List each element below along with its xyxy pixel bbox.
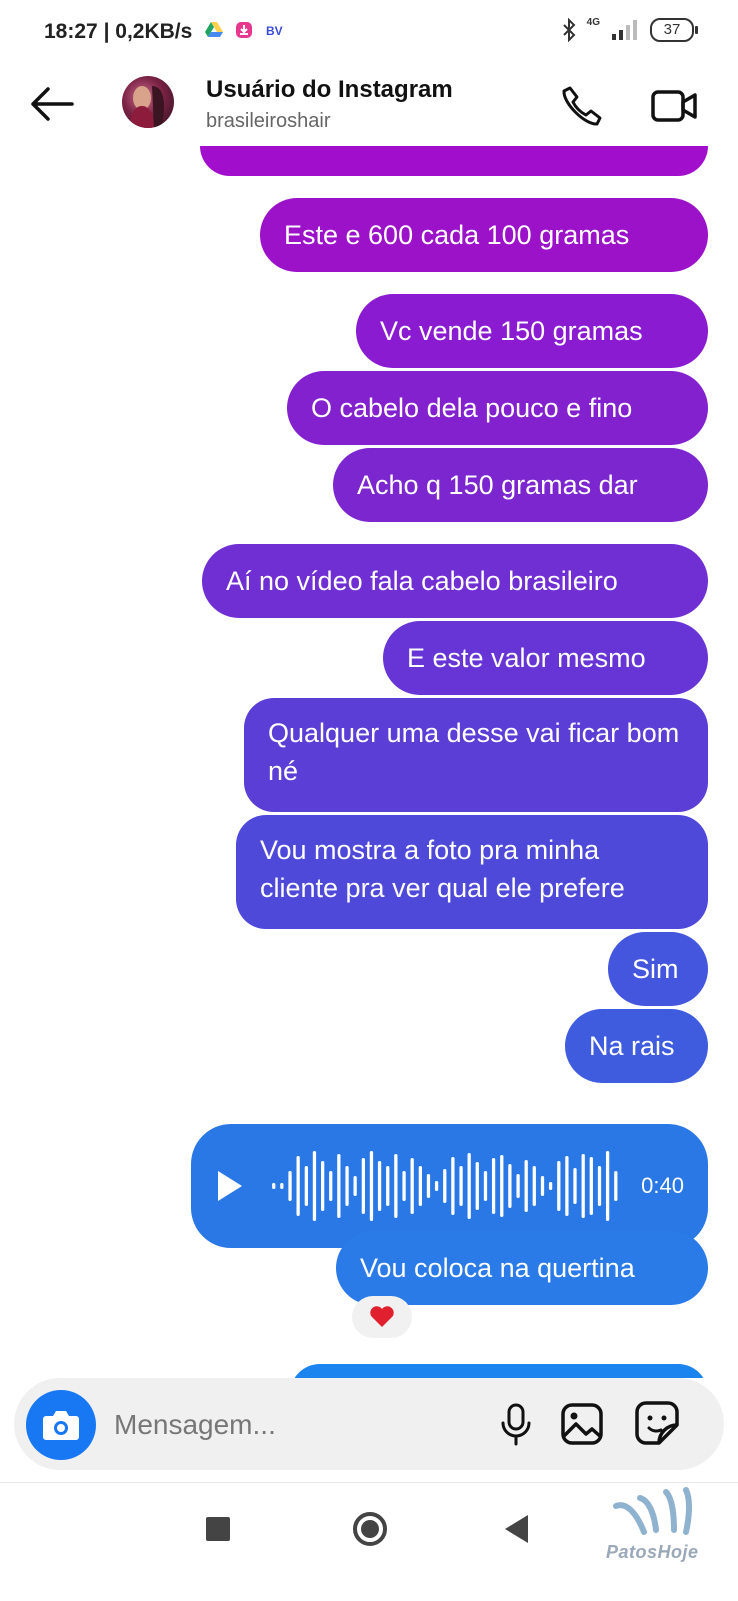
camera-icon [43,1411,79,1440]
waveform-bar [483,1171,488,1201]
waveform-bar [524,1160,528,1212]
waveform-bar [386,1166,390,1206]
drive-icon [205,22,223,37]
waveform-bar [532,1166,536,1206]
message-bubble[interactable]: Sim [608,932,708,1006]
waveform-bar [337,1154,341,1218]
message-bubble[interactable]: Acho q 150 gramas dar [333,448,708,522]
chat-header: Usuário do Instagram brasileiroshair [0,64,738,146]
waveform-bar [272,1183,276,1189]
waveform-bar [329,1171,333,1201]
waveform-bar [377,1161,382,1211]
waveform-bar [434,1181,439,1191]
bluetooth-icon [562,18,576,42]
waveform-bar [581,1154,585,1218]
message-composer [14,1378,724,1470]
message-bubble[interactable]: O cabelo dela pouco e fino [287,371,708,445]
system-status-icons: 4G 37 [561,16,698,42]
avatar[interactable] [122,76,174,128]
waveform-bar [418,1166,423,1206]
waveform-bar [614,1171,618,1201]
message-bubble[interactable]: Aí no vídeo fala cabelo brasileiro [202,544,708,618]
gallery-icon[interactable] [560,1402,604,1446]
waveform-bar [345,1166,349,1206]
waveform-bar [288,1171,292,1201]
camera-button[interactable] [26,1390,96,1460]
contact-name[interactable]: Usuário do Instagram [206,76,453,104]
message-bubble[interactable]: Vc vende 150 gramas [356,294,708,368]
reaction-badge[interactable] [352,1296,412,1338]
battery-indicator: 37 [650,18,698,42]
audio-waveform[interactable] [271,1146,621,1226]
waveform-bar [500,1155,504,1217]
message-bubble[interactable]: Na rais [565,1009,708,1083]
waveform-bar [589,1157,593,1215]
notification-icons: BV [204,20,284,40]
message-bubble[interactable]: Vou mostra a foto pra minha cliente pra … [236,815,708,929]
message-bubble-partial[interactable] [200,146,708,176]
waveform-bar [516,1174,520,1198]
waveform-bar [321,1161,325,1211]
waveform-bar [394,1154,398,1218]
waveform-bar [467,1153,471,1219]
recent-apps-button[interactable] [206,1517,230,1541]
waveform-bar [361,1158,365,1214]
waveform-bar [443,1169,447,1203]
bank-app-icon: BV [266,24,283,38]
message-bubble[interactable]: Este e 600 cada 100 gramas [260,198,708,272]
waveform-bar [451,1157,455,1215]
waveform-bar [410,1158,414,1214]
waveform-bar [597,1166,602,1206]
waveform-bar [557,1161,561,1211]
play-icon[interactable] [215,1168,245,1204]
voice-duration: 0:40 [641,1173,684,1198]
waveform-bar [459,1166,463,1206]
waveform-bar [312,1151,317,1221]
network-type: 4G [586,16,600,28]
svg-text:BV: BV [266,24,283,38]
phone-icon[interactable] [560,84,604,128]
message-input[interactable] [112,1398,476,1452]
message-bubble[interactable]: E este valor mesmo [383,621,708,695]
home-button[interactable] [350,1509,390,1549]
waveform-bar [540,1176,545,1196]
waveform-bar [280,1183,284,1189]
waveform-bar [508,1164,512,1208]
waveform-bar [491,1158,496,1214]
message-bubble-partial[interactable] [290,1364,708,1378]
watermark-logo [613,1487,692,1535]
signal-icon [612,20,637,40]
watermark-text: PatosHoje [606,1542,699,1562]
avatar-photo [130,86,164,128]
waveform-bar [402,1171,406,1201]
status-time: 18:27 | 0,2KB/s [44,20,193,43]
sticker-icon[interactable] [634,1400,680,1446]
waveform-bar [475,1162,479,1210]
waveform-bar [304,1166,308,1206]
message-bubble[interactable]: Qualquer uma desse vai ficar bom né [244,698,708,812]
back-button[interactable] [502,1513,532,1545]
waveform-bar [353,1176,357,1196]
waveform-bar [296,1156,300,1216]
message-thread[interactable]: Este e 600 cada 100 gramas Vc vende 150 … [0,146,738,1378]
waveform-bar [369,1151,374,1221]
voice-message[interactable]: 0:40 [191,1124,708,1248]
microphone-icon[interactable] [498,1402,534,1446]
waveform-bar [605,1151,610,1221]
video-call-icon[interactable] [650,84,700,128]
download-app-icon [236,22,252,38]
heart-icon [370,1306,394,1327]
contact-username[interactable]: brasileiroshair [206,110,331,133]
waveform-bar [565,1156,569,1216]
message-bubble[interactable]: Vou coloca na quertina [336,1231,708,1305]
waveform-bar [426,1174,431,1198]
back-arrow-icon[interactable] [28,84,76,124]
waveform-bar [573,1168,577,1204]
waveform-bar [548,1182,553,1190]
status-bar: 18:27 | 0,2KB/s BV 4G 37 [0,0,738,64]
